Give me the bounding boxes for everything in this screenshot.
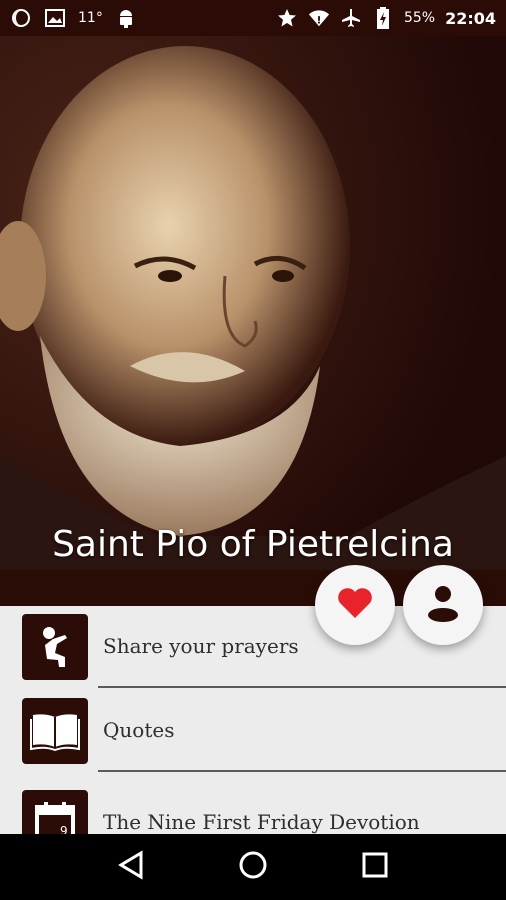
hero-image: Saint Pio of Pietrelcina xyxy=(0,36,506,606)
android-icon xyxy=(115,7,137,29)
moon-icon xyxy=(10,7,32,29)
status-left: 11° xyxy=(10,7,137,29)
list-divider xyxy=(98,770,506,772)
menu-item-label: Quotes xyxy=(103,718,175,742)
calendar-icon: 9 xyxy=(22,790,88,834)
image-icon xyxy=(44,7,66,29)
list-divider xyxy=(98,686,506,688)
menu-item-share-prayers[interactable]: Share your prayers xyxy=(0,606,506,690)
star-icon xyxy=(276,7,298,29)
back-button[interactable] xyxy=(111,847,151,887)
status-bar: 11° 55% 22:04 xyxy=(0,0,506,36)
open-book-icon xyxy=(22,698,88,764)
clock-time: 22:04 xyxy=(445,8,496,28)
menu-list: Share your prayers Quotes 9 The Nine Fir… xyxy=(0,606,506,834)
status-right: 55% 22:04 xyxy=(276,7,496,29)
airplane-icon xyxy=(340,7,362,29)
wifi-icon xyxy=(308,7,330,29)
menu-item-quotes[interactable]: Quotes xyxy=(0,690,506,774)
home-button[interactable] xyxy=(233,847,273,887)
battery-icon xyxy=(372,7,394,29)
calendar-day: 9 xyxy=(60,824,68,834)
recents-button[interactable] xyxy=(355,847,395,887)
hero-title: Saint Pio of Pietrelcina xyxy=(52,524,454,565)
menu-item-label: Share your prayers xyxy=(103,634,299,658)
portrait-image xyxy=(0,36,506,606)
navigation-bar xyxy=(0,834,506,900)
battery-percent: 55% xyxy=(403,10,436,26)
home-icon xyxy=(238,850,268,885)
temperature-text: 11° xyxy=(78,10,103,26)
menu-item-label: The Nine First Friday Devotion xyxy=(103,810,420,834)
recents-icon xyxy=(362,852,388,883)
praying-person-icon xyxy=(22,614,88,680)
back-icon xyxy=(117,849,145,885)
menu-item-first-friday[interactable]: 9 The Nine First Friday Devotion xyxy=(0,774,506,834)
